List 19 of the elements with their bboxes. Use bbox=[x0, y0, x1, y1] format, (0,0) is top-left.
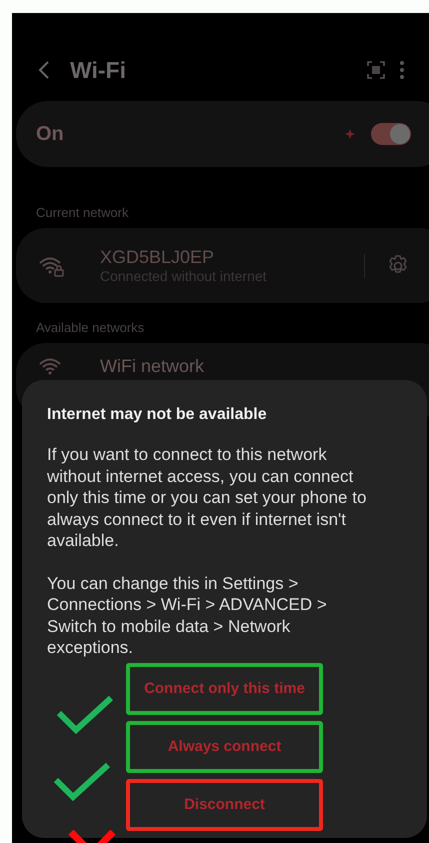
section-heading: Available networks bbox=[35, 319, 146, 335]
network-name: XGD5BLJ0EP bbox=[100, 247, 216, 268]
dialog-text: You can change this in Settings > Connections > Wi-Fi > ADVANCED > Switch to mobile data > Network exceptions. bbox=[47, 572, 328, 658]
dialog-button[interactable]: Always connect bbox=[126, 720, 323, 772]
network-name: WiFi network bbox=[100, 356, 206, 377]
wifi-switch-card[interactable]: On bbox=[16, 101, 429, 167]
dialog-text: If you want to connect to this network without internet access, you can connect only this time or you can set your phone to always connect to it even if internet isn't available. bbox=[47, 444, 368, 552]
screen-title: Wi-Fi bbox=[70, 56, 126, 84]
section-heading: Current network bbox=[35, 204, 130, 220]
sparkle-icon bbox=[345, 129, 355, 139]
more-icon[interactable] bbox=[399, 60, 405, 80]
back-icon[interactable] bbox=[38, 60, 50, 80]
dialog-button[interactable]: Disconnect bbox=[126, 778, 323, 830]
dialog-title: Internet may not be available bbox=[47, 406, 268, 424]
scan-icon[interactable] bbox=[367, 61, 385, 79]
dialog-button[interactable]: Connect only this time bbox=[126, 662, 323, 714]
toggle-switch[interactable] bbox=[371, 123, 411, 145]
wifi-icon bbox=[38, 254, 64, 276]
switch-label: On bbox=[36, 122, 64, 146]
